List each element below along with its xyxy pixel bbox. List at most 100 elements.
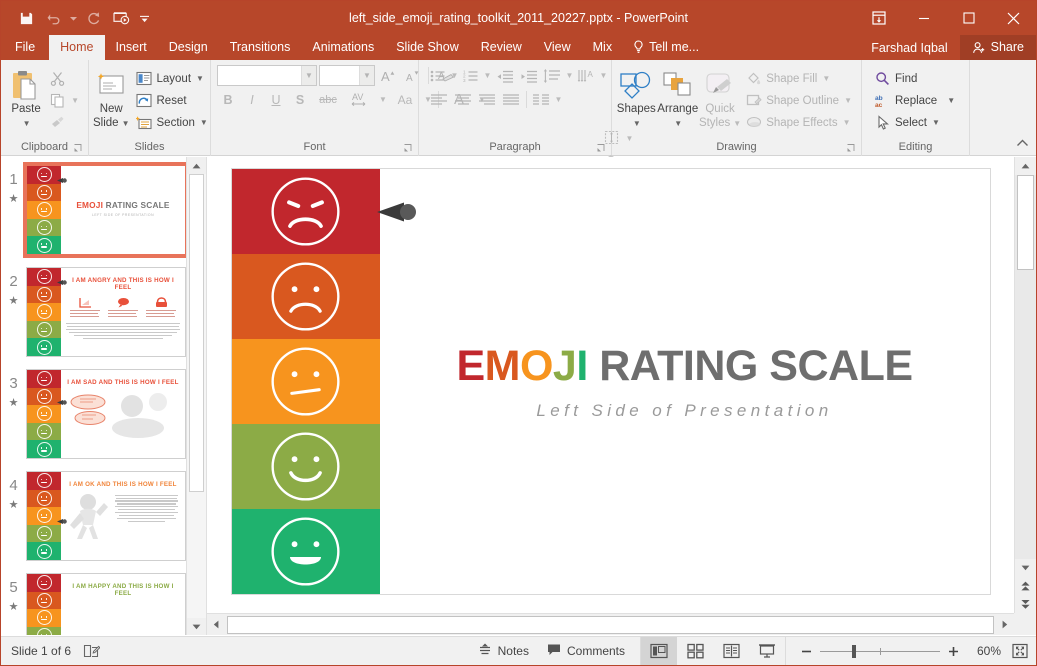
scroll-down-icon[interactable] — [1015, 559, 1036, 577]
normal-view-button[interactable] — [641, 636, 677, 665]
reset-button[interactable]: Reset — [134, 90, 213, 111]
animation-star-icon[interactable]: ★ — [1, 497, 26, 514]
tab-insert[interactable]: Insert — [105, 35, 158, 60]
justify-button[interactable] — [499, 89, 523, 110]
band-ok[interactable] — [231, 424, 380, 509]
font-size-combobox[interactable]: ▼ — [319, 65, 375, 86]
horizontal-scroll-thumb[interactable] — [227, 615, 994, 634]
thumbnail-row[interactable]: 1 ★ EMOJI RATING SCALE LEFT SIDE OF PRES… — [1, 162, 189, 267]
align-center-button[interactable] — [451, 89, 475, 110]
previous-slide-icon[interactable] — [1015, 577, 1036, 595]
share-button[interactable]: Share — [959, 35, 1036, 60]
thumbnail-scroll-track[interactable] — [187, 174, 206, 618]
tab-design[interactable]: Design — [158, 35, 219, 60]
bullets-dropdown-icon[interactable]: ▼ — [448, 65, 460, 86]
undo-icon[interactable] — [41, 6, 67, 30]
text-direction-button[interactable]: A — [575, 65, 597, 86]
current-slide[interactable]: EMOJI RATING SCALE Left Side of Presenta… — [230, 168, 991, 595]
clipboard-dialog-launcher-icon[interactable] — [73, 143, 84, 154]
ribbon-display-options-icon[interactable] — [856, 1, 901, 35]
thumbnail-slide-5[interactable]: I AM HAPPY AND THIS IS HOW I FEEL — [26, 573, 186, 635]
notes-page-icon[interactable] — [83, 644, 101, 659]
decrease-indent-button[interactable] — [493, 65, 517, 86]
zoom-level-label[interactable]: 60% — [968, 644, 1008, 658]
shape-effects-dropdown-icon[interactable]: ▼ — [843, 118, 851, 127]
user-name[interactable]: Farshad Iqbal — [859, 37, 959, 60]
tab-animations[interactable]: Animations — [301, 35, 385, 60]
tab-view[interactable]: View — [533, 35, 582, 60]
scroll-up-icon[interactable] — [1015, 157, 1036, 175]
notes-button[interactable]: Notes — [469, 637, 538, 666]
numbering-dropdown-icon[interactable]: ▼ — [481, 65, 493, 86]
animation-star-icon[interactable]: ★ — [1, 191, 26, 208]
arrange-button[interactable]: Arrange ▼ — [657, 64, 699, 130]
font-dialog-launcher-icon[interactable] — [403, 143, 414, 154]
collapse-ribbon-button[interactable] — [1016, 138, 1029, 152]
shape-effects-button[interactable]: Shape Effects ▼ — [743, 112, 857, 133]
select-dropdown-icon[interactable]: ▼ — [932, 118, 940, 127]
paste-dropdown-icon[interactable]: ▼ — [23, 117, 31, 130]
tab-file[interactable]: File — [1, 35, 49, 60]
character-spacing-button[interactable]: AV — [345, 89, 375, 110]
text-shadow-button[interactable]: S — [289, 89, 311, 110]
character-spacing-dropdown-icon[interactable]: ▼ — [377, 89, 388, 110]
slide-vertical-scrollbar[interactable] — [1014, 157, 1036, 613]
slide-indicator[interactable]: Slide 1 of 6 — [11, 644, 71, 658]
line-spacing-dropdown-icon[interactable]: ▼ — [563, 65, 575, 86]
slide-horizontal-scrollbar[interactable] — [207, 613, 1014, 635]
select-button[interactable]: Select ▼ — [872, 112, 960, 133]
shapes-button[interactable]: Shapes ▼ — [616, 64, 657, 130]
align-right-button[interactable] — [475, 89, 499, 110]
strikethrough-button[interactable]: abc — [313, 89, 343, 110]
horizontal-scroll-track[interactable] — [225, 615, 996, 634]
quick-styles-dropdown-icon[interactable]: ▼ — [733, 117, 741, 130]
thumbnail-scroll-up-icon[interactable] — [187, 157, 206, 174]
font-name-combobox[interactable]: ▼ — [217, 65, 317, 86]
slide-subtitle[interactable]: Left Side of Presentation — [536, 401, 832, 421]
tab-review[interactable]: Review — [470, 35, 533, 60]
section-dropdown-icon[interactable]: ▼ — [200, 118, 208, 127]
quick-styles-button[interactable]: Quick Styles ▼ — [699, 64, 741, 130]
increase-indent-button[interactable] — [517, 65, 541, 86]
numbering-button[interactable]: 123 — [460, 65, 481, 86]
band-happy[interactable] — [231, 509, 380, 594]
thumbnail-row[interactable]: 2 ★ I AM ANGRY AND THIS IS HOW I FEEL — [1, 267, 186, 369]
section-button[interactable]: Section ▼ — [134, 112, 213, 133]
paste-button[interactable]: Paste ▼ — [5, 64, 47, 130]
shape-fill-dropdown-icon[interactable]: ▼ — [822, 74, 830, 83]
scroll-right-icon[interactable] — [996, 615, 1014, 635]
thumbnail-scroll-down-icon[interactable] — [187, 618, 206, 635]
tab-slide-show[interactable]: Slide Show — [385, 35, 470, 60]
align-left-button[interactable] — [427, 89, 451, 110]
bold-button[interactable]: B — [217, 89, 239, 110]
thumbnail-scrollbar[interactable] — [186, 157, 206, 635]
thumbnail-scroll-thumb[interactable] — [189, 174, 204, 492]
vertical-scroll-track[interactable] — [1015, 175, 1036, 559]
redo-icon[interactable] — [80, 6, 106, 30]
increase-font-size-button[interactable]: A — [377, 65, 399, 86]
layout-button[interactable]: Layout ▼ — [134, 68, 213, 89]
drawing-dialog-launcher-icon[interactable] — [846, 143, 857, 154]
font-name-dropdown-icon[interactable]: ▼ — [301, 66, 316, 85]
copy-button[interactable]: ▼ — [47, 90, 84, 111]
zoom-in-button[interactable] — [947, 645, 960, 658]
next-slide-icon[interactable] — [1015, 595, 1036, 613]
maximize-icon[interactable] — [946, 1, 991, 35]
slide-title[interactable]: EMOJI RATING SCALE — [456, 342, 913, 391]
save-icon[interactable] — [13, 6, 39, 30]
shapes-dropdown-icon[interactable]: ▼ — [633, 117, 641, 130]
underline-button[interactable]: U — [265, 89, 287, 110]
cut-button[interactable] — [47, 68, 84, 89]
reading-view-button[interactable] — [713, 637, 749, 666]
change-case-button[interactable]: Aa — [390, 89, 420, 110]
tab-transitions[interactable]: Transitions — [219, 35, 302, 60]
scroll-left-icon[interactable] — [207, 615, 225, 635]
undo-dropdown-icon[interactable] — [69, 6, 78, 30]
bullets-button[interactable] — [427, 65, 448, 86]
animation-star-icon[interactable]: ★ — [1, 599, 26, 616]
tell-me-search[interactable]: Tell me... — [623, 35, 709, 60]
slide-show-view-button[interactable] — [749, 637, 785, 666]
new-slide-dropdown-icon[interactable]: ▼ — [122, 117, 130, 130]
shape-fill-button[interactable]: Shape Fill ▼ — [743, 68, 857, 89]
start-presentation-icon[interactable] — [108, 6, 134, 30]
